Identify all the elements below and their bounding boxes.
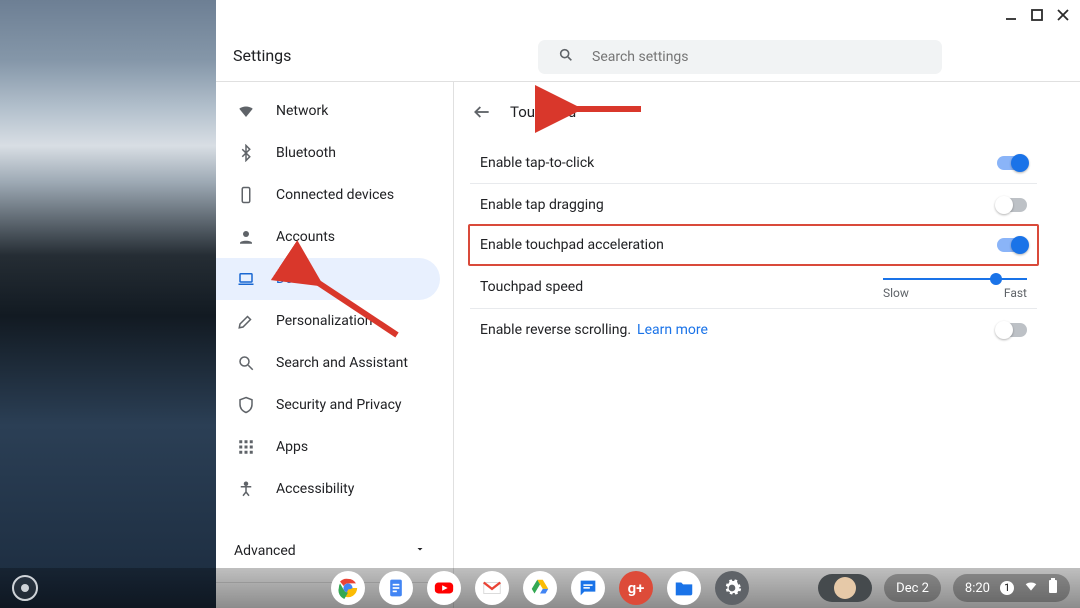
sidebar-item-label: Security and Privacy: [276, 397, 402, 413]
chevron-down-icon: [414, 543, 426, 559]
shield-icon: [236, 395, 256, 415]
sidebar-item-accessibility[interactable]: Accessibility: [216, 468, 440, 510]
page-title: Touchpad: [510, 103, 576, 121]
settings-window: Settings Network Bluetooth Connected dev…: [216, 0, 1080, 608]
sidebar-item-connected-devices[interactable]: Connected devices: [216, 174, 440, 216]
status-date-pill[interactable]: Dec 2: [884, 574, 941, 602]
slider-touchpad-speed[interactable]: [883, 278, 1027, 280]
wifi-icon: [236, 101, 256, 121]
laptop-icon: [236, 269, 256, 289]
bluetooth-icon: [236, 143, 256, 163]
sidebar-item-label: Bluetooth: [276, 145, 336, 161]
search-icon: [558, 47, 574, 67]
brush-icon: [236, 311, 256, 331]
app-youtube[interactable]: [427, 571, 461, 605]
row-touchpad-speed: Touchpad speed Slow Fast: [470, 266, 1037, 309]
touchpad-panel: Enable tap-to-click Enable tap dragging …: [454, 142, 1045, 351]
sidebar-item-label: Search and Assistant: [276, 355, 408, 371]
back-button[interactable]: [470, 100, 494, 124]
sidebar-item-label: Accessibility: [276, 481, 354, 497]
sidebar-item-network[interactable]: Network: [216, 90, 440, 132]
toggle-touchpad-acceleration[interactable]: [997, 238, 1027, 252]
sidebar-item-label: Device: [276, 271, 317, 287]
shelf-status-area[interactable]: Dec 2 8:20 1: [818, 574, 1070, 602]
settings-sidebar: Network Bluetooth Connected devices Acco…: [216, 82, 452, 608]
apps-icon: [236, 437, 256, 457]
app-google-plus[interactable]: g+: [619, 571, 653, 605]
row-label: Enable reverse scrolling.: [480, 322, 631, 338]
app-chrome[interactable]: [331, 571, 365, 605]
window-maximize-button[interactable]: [1030, 8, 1044, 22]
window-titlebar: [216, 0, 1080, 30]
app-title: Settings: [233, 46, 291, 65]
row-label: Enable touchpad acceleration: [480, 237, 664, 253]
search-settings-input[interactable]: [592, 49, 922, 65]
chrome-os-shelf: g+ Dec 2 8:20 1: [0, 568, 1080, 608]
row-reverse-scrolling: Enable reverse scrolling. Learn more: [470, 309, 1037, 351]
app-docs[interactable]: [379, 571, 413, 605]
status-time: 8:20: [965, 581, 990, 596]
settings-content: Touchpad Enable tap-to-click Enable tap …: [453, 82, 1045, 608]
sidebar-item-label: Accounts: [276, 229, 335, 245]
row-touchpad-acceleration: Enable touchpad acceleration: [468, 224, 1039, 266]
subpage-header: Touchpad: [454, 82, 1045, 142]
slider-min-label: Slow: [883, 286, 909, 300]
sidebar-item-personalization[interactable]: Personalization: [216, 300, 440, 342]
row-label: Enable tap-to-click: [480, 155, 594, 171]
user-avatar[interactable]: [818, 574, 872, 602]
sidebar-advanced-toggle[interactable]: Advanced: [216, 530, 452, 570]
row-label: Enable tap dragging: [480, 197, 604, 213]
person-icon: [236, 227, 256, 247]
search-icon: [236, 353, 256, 373]
toggle-tap-dragging[interactable]: [997, 198, 1027, 212]
sidebar-item-security-privacy[interactable]: Security and Privacy: [216, 384, 440, 426]
slider-max-label: Fast: [1004, 286, 1027, 300]
sidebar-item-bluetooth[interactable]: Bluetooth: [216, 132, 440, 174]
app-gmail[interactable]: [475, 571, 509, 605]
learn-more-link[interactable]: Learn more: [637, 322, 708, 338]
status-tray[interactable]: 8:20 1: [953, 574, 1070, 602]
search-settings-box[interactable]: [538, 40, 942, 74]
sidebar-item-label: Network: [276, 103, 328, 119]
advanced-label: Advanced: [234, 543, 296, 559]
sidebar-item-apps[interactable]: Apps: [216, 426, 440, 468]
app-messages[interactable]: [571, 571, 605, 605]
status-date: Dec 2: [896, 581, 929, 596]
sidebar-item-accounts[interactable]: Accounts: [216, 216, 440, 258]
sidebar-item-label: Apps: [276, 439, 308, 455]
sidebar-item-device[interactable]: Device: [216, 258, 440, 300]
window-close-button[interactable]: [1056, 8, 1070, 22]
battery-status-icon: [1048, 578, 1058, 598]
sidebar-item-label: Personalization: [276, 313, 373, 329]
toggle-reverse-scrolling[interactable]: [997, 323, 1027, 337]
sidebar-item-label: Connected devices: [276, 187, 394, 203]
row-tap-dragging: Enable tap dragging: [470, 184, 1037, 226]
launcher-button[interactable]: [12, 575, 38, 601]
wifi-status-icon: [1024, 579, 1038, 597]
phone-icon: [236, 185, 256, 205]
app-files[interactable]: [667, 571, 701, 605]
notification-badge: 1: [1000, 581, 1014, 595]
app-settings[interactable]: [715, 571, 749, 605]
shelf-apps: g+: [331, 571, 749, 605]
window-minimize-button[interactable]: [1004, 8, 1018, 22]
app-drive[interactable]: [523, 571, 557, 605]
sidebar-item-search-assistant[interactable]: Search and Assistant: [216, 342, 440, 384]
row-label: Touchpad speed: [480, 279, 583, 295]
accessibility-icon: [236, 479, 256, 499]
toggle-tap-to-click[interactable]: [997, 156, 1027, 170]
row-tap-to-click: Enable tap-to-click: [470, 142, 1037, 184]
